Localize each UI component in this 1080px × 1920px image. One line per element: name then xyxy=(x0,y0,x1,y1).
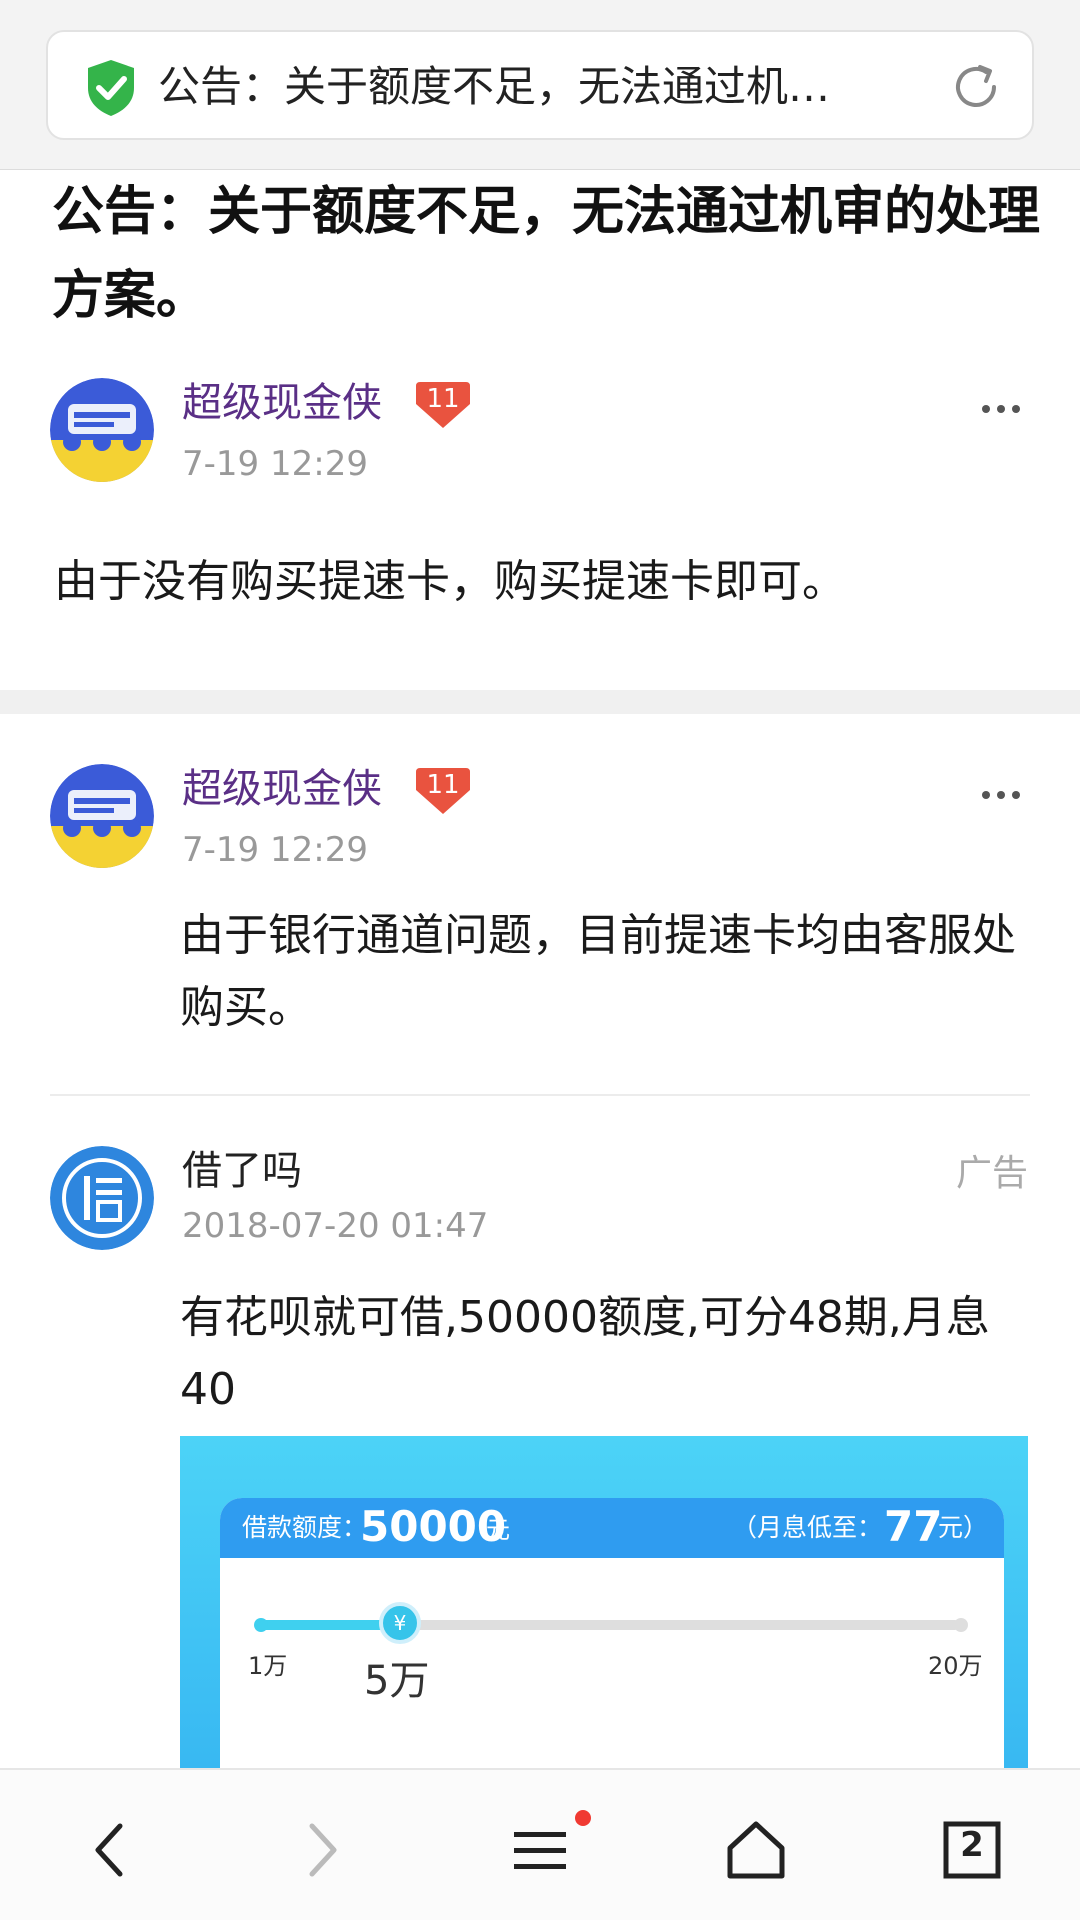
level-badge-number: 11 xyxy=(426,384,459,414)
amount-unit: 元 xyxy=(486,1516,510,1544)
slider-start-dot xyxy=(254,1618,268,1632)
level-badge-number: 11 xyxy=(426,770,459,800)
ad-card-header: 借款额度： 50000 元 （月息低至： 77 元） xyxy=(220,1498,1004,1558)
bottom-navigation: 2 xyxy=(0,1768,1080,1920)
amount-value: 50000 xyxy=(360,1502,507,1551)
ad-banner-image[interactable]: 借款额度： 50000 元 （月息低至： 77 元） ¥ 1万 5万 20万 xyxy=(180,1436,1028,1770)
author-avatar[interactable] xyxy=(50,378,154,482)
page-title[interactable]: 公告：关于额度不足，无法通过机… xyxy=(158,57,928,117)
menu-icon[interactable] xyxy=(500,1810,580,1890)
section-separator xyxy=(0,690,1080,714)
slider-min-label: 1万 xyxy=(248,1652,288,1680)
slider-knob[interactable]: ¥ xyxy=(379,1602,421,1644)
advertiser-logo-icon xyxy=(50,1146,154,1250)
article-title: 公告：关于额度不足，无法通过机审的处理方案。 xyxy=(52,182,1041,326)
rate-value: 77 xyxy=(884,1502,943,1551)
tabs-button[interactable]: 2 xyxy=(932,1810,1012,1890)
slider-value-label: 5万 xyxy=(364,1658,430,1704)
cashmax-logo-icon xyxy=(50,378,154,482)
shield-check-icon xyxy=(88,60,134,116)
ad-card: 借款额度： 50000 元 （月息低至： 77 元） ¥ 1万 5万 20万 xyxy=(220,1498,1004,1770)
comment-content: 由于银行通道问题，目前提速卡均由客服处购买。 xyxy=(180,910,1016,1033)
advertiser-name[interactable]: 借了吗 xyxy=(182,1146,302,1196)
ad-content[interactable]: 有花呗就可借,50000额度,可分48期,月息40 xyxy=(180,1282,1030,1426)
cashmax-logo-icon xyxy=(50,764,154,868)
reload-icon[interactable] xyxy=(946,57,1006,117)
level-badge-icon: 11 xyxy=(416,382,470,428)
address-bar: 公告：关于额度不足，无法通过机… xyxy=(0,0,1080,170)
back-icon[interactable] xyxy=(70,1810,150,1890)
comment-author[interactable]: 超级现金侠 xyxy=(182,764,382,814)
more-options-icon[interactable] xyxy=(982,398,1032,418)
ad-label: 广告 xyxy=(955,1153,1028,1194)
url-box[interactable]: 公告：关于额度不足，无法通过机… xyxy=(46,30,1034,140)
slider-end-dot xyxy=(954,1618,968,1632)
comment-avatar[interactable] xyxy=(50,764,154,868)
ad-time: 2018-07-20 01:47 xyxy=(182,1206,489,1246)
advertiser-avatar[interactable] xyxy=(50,1146,154,1250)
amount-label: 借款额度： xyxy=(242,1513,368,1542)
author-name[interactable]: 超级现金侠 xyxy=(182,378,382,428)
forward-icon[interactable] xyxy=(282,1810,362,1890)
post-content: 由于没有购买提速卡，购买提速卡即可。 xyxy=(54,556,846,607)
post-time: 7-19 12:29 xyxy=(182,444,368,484)
rate-unit: 元） xyxy=(938,1513,989,1542)
slider-max-label: 20万 xyxy=(928,1652,983,1680)
divider xyxy=(50,1094,1030,1096)
home-icon[interactable] xyxy=(716,1810,796,1890)
rate-label: （月息低至： xyxy=(732,1513,883,1542)
level-badge-icon: 11 xyxy=(416,768,470,814)
tab-count: 2 xyxy=(960,1825,984,1865)
more-options-icon[interactable] xyxy=(982,784,1032,804)
comment-time: 7-19 12:29 xyxy=(182,830,368,870)
notification-dot xyxy=(575,1810,591,1826)
